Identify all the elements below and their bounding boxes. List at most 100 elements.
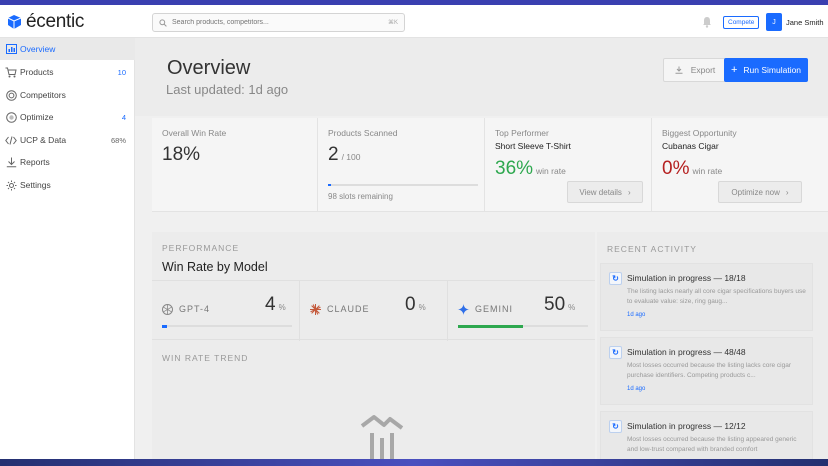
refresh-icon: ↻ bbox=[609, 272, 622, 285]
model-unit: % bbox=[418, 303, 426, 312]
code-icon bbox=[5, 134, 17, 146]
view-details-label: View details bbox=[579, 187, 622, 197]
sidebar-item-label: Products bbox=[20, 67, 54, 77]
logo[interactable]: écentic bbox=[6, 10, 84, 34]
model-value: 50% bbox=[544, 294, 575, 316]
top-bar: écentic ⌘K Compete J Jane Smith bbox=[0, 5, 828, 38]
refresh-icon: ↻ bbox=[609, 346, 622, 359]
scanned-progress-bar bbox=[328, 184, 478, 186]
model-value: 4% bbox=[265, 294, 286, 316]
model-card-claude[interactable]: CLAUDE 0% bbox=[300, 281, 448, 341]
activity-title: Simulation in progress — 12/12 bbox=[627, 421, 746, 431]
sidebar: Overview Products 10 Competitors Optimiz… bbox=[0, 38, 135, 459]
gemini-icon bbox=[457, 303, 470, 316]
recent-activity-panel: RECENT ACTIVITY ↻ Simulation in progress… bbox=[597, 232, 828, 459]
model-card-gemini[interactable]: GEMINI 50% bbox=[448, 281, 595, 341]
model-unit: % bbox=[568, 303, 576, 312]
products-count-badge: 10 bbox=[117, 67, 126, 77]
target-icon bbox=[5, 89, 17, 101]
sidebar-item-products[interactable]: Products 10 bbox=[0, 61, 135, 83]
sidebar-item-settings[interactable]: Settings bbox=[0, 174, 135, 196]
activity-title: Simulation in progress — 48/48 bbox=[627, 347, 746, 357]
model-bar-fill bbox=[162, 324, 168, 328]
activity-item[interactable]: ↻ Simulation in progress — 48/48 Most lo… bbox=[600, 337, 813, 405]
download-icon bbox=[5, 156, 17, 168]
main-content: Overview Last updated: 1d ago Export + R… bbox=[135, 38, 828, 459]
avatar[interactable]: J bbox=[766, 13, 782, 31]
stats-row: Overall Win Rate 18% Products Scanned 2/… bbox=[152, 118, 828, 212]
model-value: 0% bbox=[405, 294, 426, 316]
compete-button[interactable]: Compete bbox=[723, 16, 760, 29]
activity-description: The listing lacks nearly all core cigar … bbox=[627, 288, 806, 305]
model-bar bbox=[162, 324, 292, 328]
search-icon bbox=[159, 18, 167, 27]
view-details-button[interactable]: View details › bbox=[567, 181, 643, 203]
activity-time: 1d ago bbox=[627, 386, 646, 392]
sidebar-item-ucp-data[interactable]: UCP & Data 68% bbox=[0, 129, 135, 151]
performance-title: Win Rate by Model bbox=[162, 260, 268, 274]
progress-fill bbox=[328, 184, 331, 186]
export-icon bbox=[675, 66, 683, 74]
scanned-total: / 100 bbox=[341, 152, 361, 162]
run-simulation-label: Run Simulation bbox=[743, 65, 802, 75]
sidebar-item-label: Reports bbox=[20, 157, 50, 167]
top-value: 36% bbox=[495, 158, 534, 179]
stat-top-performer: Top Performer Short Sleeve T-Shirt 36% wi… bbox=[485, 118, 652, 212]
model-card-gpt4[interactable]: GPT-4 4% bbox=[152, 281, 300, 341]
model-name: CLAUDE bbox=[327, 304, 370, 314]
bell-icon[interactable] bbox=[702, 16, 712, 28]
stat-label: Top Performer bbox=[495, 128, 549, 138]
stat-products-scanned: Products Scanned 2/ 100 98 slots remaini… bbox=[318, 118, 485, 212]
run-simulation-button[interactable]: + Run Simulation bbox=[724, 58, 808, 82]
opportunity-value: 0% bbox=[662, 158, 690, 179]
optimize-now-label: Optimize now bbox=[731, 187, 780, 197]
activity-description: Most losses occurred because the listing… bbox=[627, 362, 792, 379]
search-box[interactable]: ⌘K bbox=[152, 13, 405, 32]
activity-description: Most losses occurred because the listing… bbox=[627, 436, 797, 453]
sidebar-item-overview[interactable]: Overview bbox=[0, 38, 135, 60]
model-cards: GPT-4 4% CLAUDE 0% GEMINI 50% bbox=[152, 280, 595, 341]
export-label: Export bbox=[690, 65, 716, 75]
last-updated: Last updated: 1d ago bbox=[166, 82, 289, 97]
stat-value: 0% win rate bbox=[662, 158, 722, 180]
model-percent: 4 bbox=[265, 294, 276, 315]
page-header: Overview Last updated: 1d ago Export + R… bbox=[135, 38, 828, 116]
stat-label: Products Scanned bbox=[328, 128, 398, 138]
chart-placeholder-icon bbox=[360, 415, 404, 459]
slots-remaining: 98 slots remaining bbox=[328, 192, 393, 201]
claude-icon bbox=[310, 304, 321, 315]
sidebar-item-reports[interactable]: Reports bbox=[0, 151, 135, 173]
recent-activity-label: RECENT ACTIVITY bbox=[607, 244, 697, 254]
search-input[interactable] bbox=[172, 19, 388, 26]
gear-icon bbox=[5, 179, 17, 191]
export-button[interactable]: Export bbox=[663, 58, 727, 82]
sidebar-item-optimize[interactable]: Optimize 4 bbox=[0, 106, 135, 128]
search-shortcut: ⌘K bbox=[387, 20, 398, 26]
stat-label: Overall Win Rate bbox=[162, 128, 227, 138]
bar-chart-icon bbox=[5, 43, 17, 55]
chevron-right-icon: › bbox=[785, 187, 789, 197]
model-bar bbox=[458, 324, 588, 328]
sidebar-item-label: UCP & Data bbox=[20, 135, 67, 145]
stat-value: 18% bbox=[162, 144, 201, 165]
stat-biggest-opportunity: Biggest Opportunity Cubanas Cigar 0% win … bbox=[652, 118, 828, 212]
gauge-icon bbox=[5, 111, 17, 123]
model-unit: % bbox=[278, 303, 286, 312]
activity-title: Simulation in progress — 18/18 bbox=[627, 273, 746, 283]
app-name: écentic bbox=[26, 11, 85, 32]
stat-label: Biggest Opportunity bbox=[662, 128, 737, 138]
model-bar-fill bbox=[458, 324, 523, 328]
sidebar-item-label: Optimize bbox=[20, 112, 54, 122]
user-name[interactable]: Jane Smith bbox=[786, 18, 824, 27]
chevron-right-icon: › bbox=[627, 187, 631, 197]
activity-item[interactable]: ↻ Simulation in progress — 18/18 The lis… bbox=[600, 263, 813, 331]
optimize-now-button[interactable]: Optimize now › bbox=[718, 181, 802, 203]
win-rate-trend-label: WIN RATE TREND bbox=[162, 353, 249, 363]
activity-item[interactable]: ↻ Simulation in progress — 12/12 Most lo… bbox=[600, 411, 813, 459]
scanned-count: 2 bbox=[328, 144, 339, 165]
opportunity-unit: win rate bbox=[692, 166, 723, 176]
sidebar-item-label: Settings bbox=[20, 180, 51, 190]
performance-section-label: PERFORMANCE bbox=[162, 243, 240, 253]
activity-time: 1d ago bbox=[627, 312, 646, 318]
sidebar-item-competitors[interactable]: Competitors bbox=[0, 84, 135, 106]
